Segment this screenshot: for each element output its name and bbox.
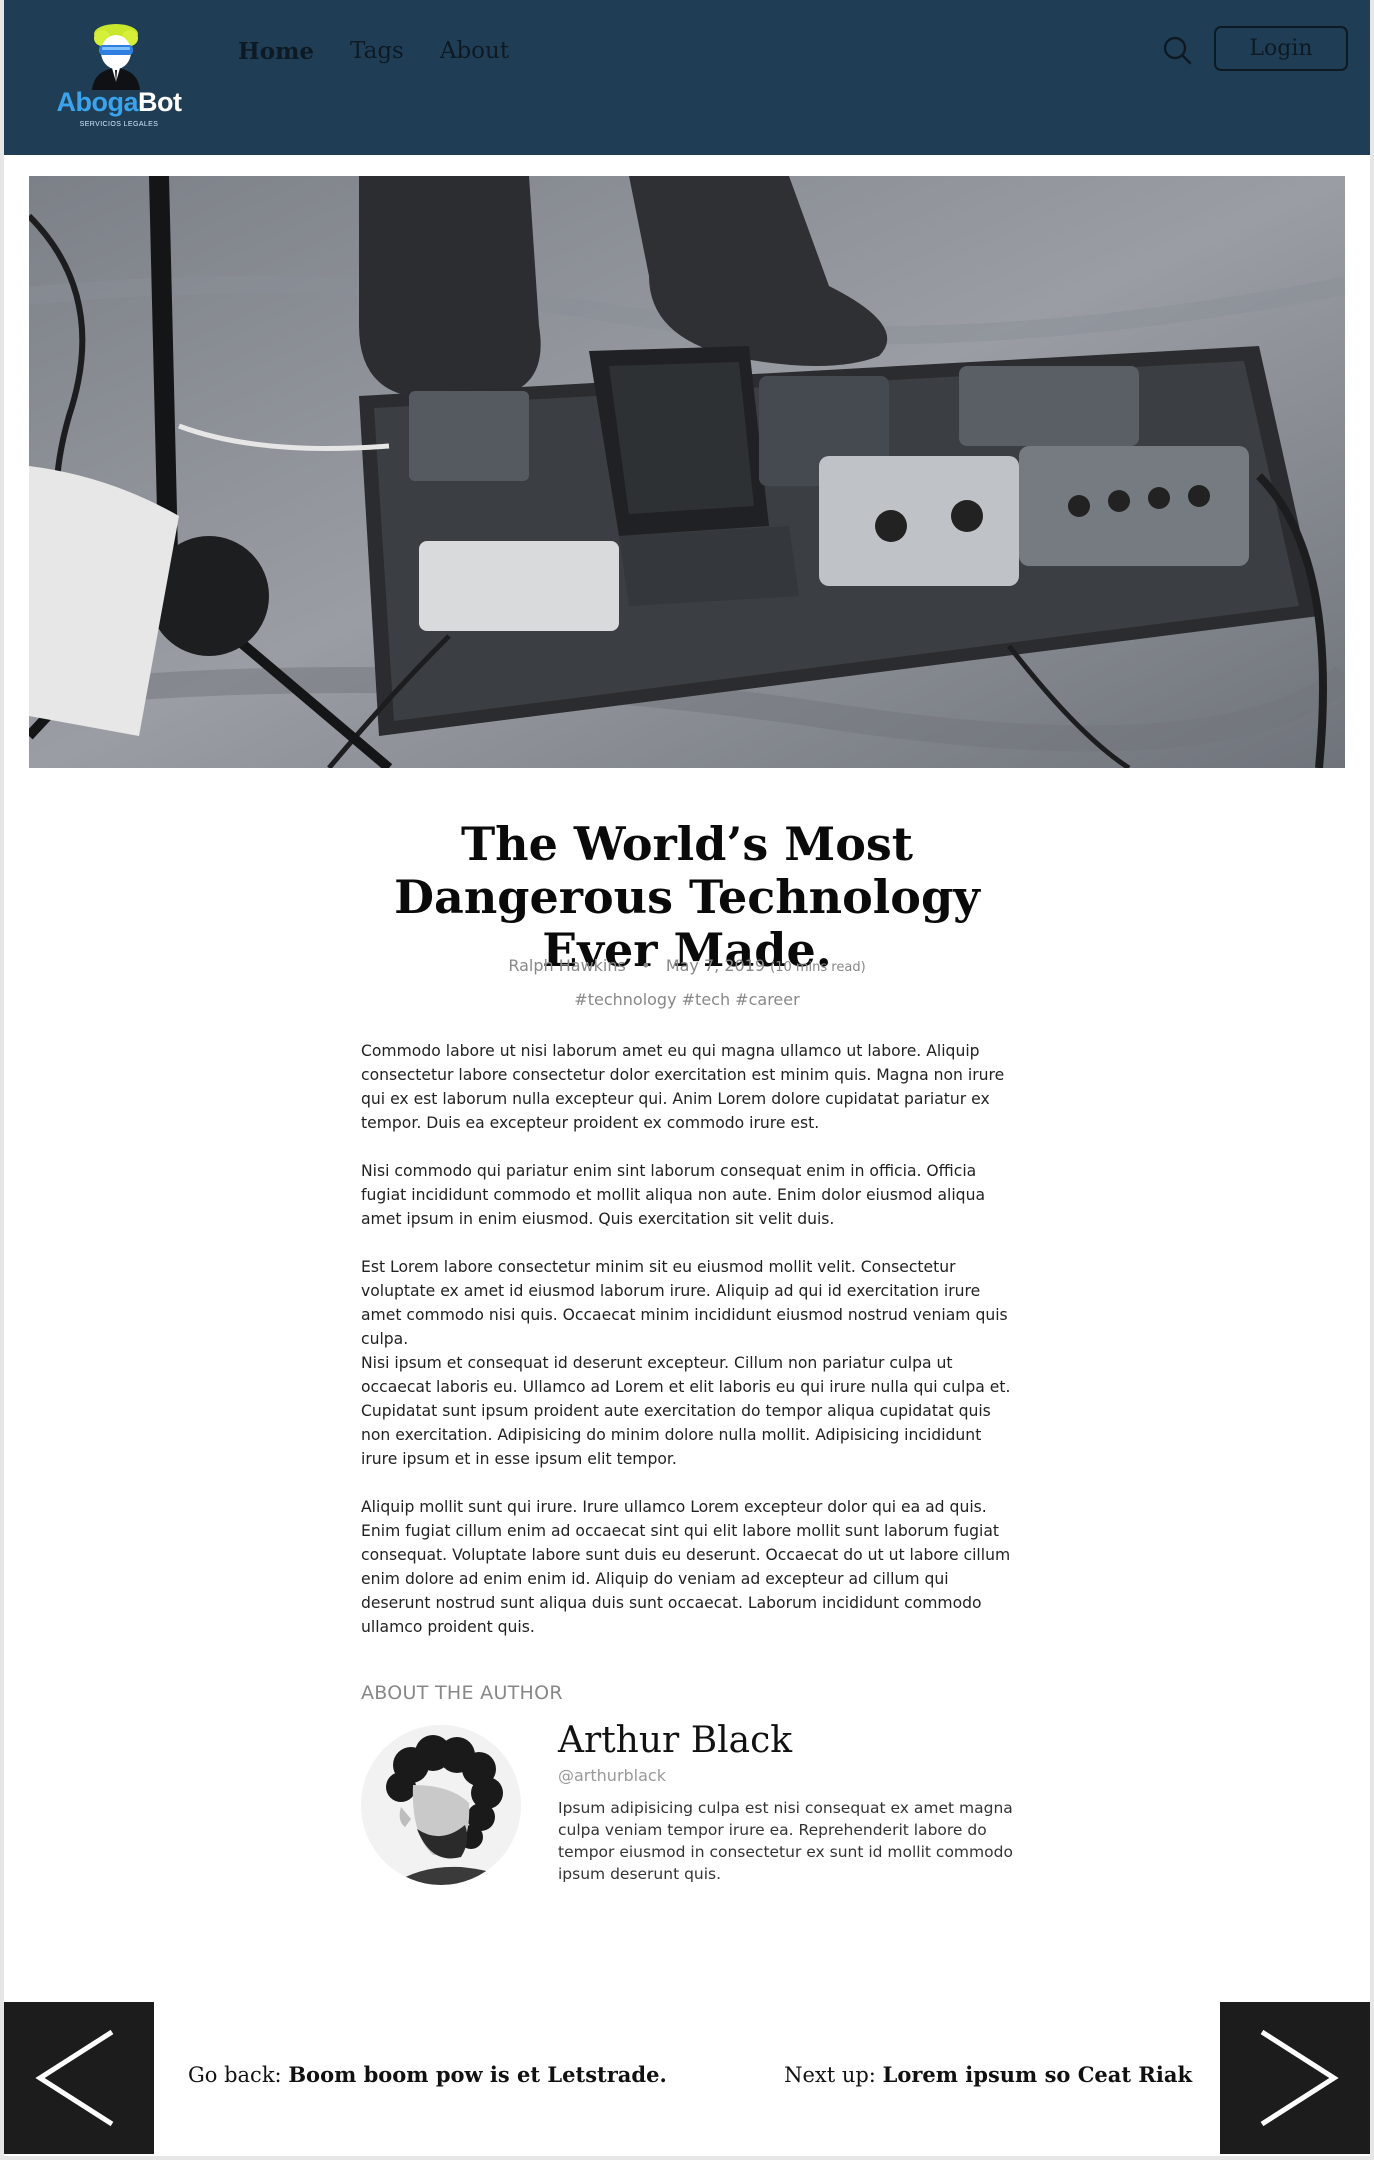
author-avatar[interactable] bbox=[361, 1725, 521, 1885]
author-handle[interactable]: @arthurblack bbox=[558, 1766, 666, 1785]
search-icon bbox=[1163, 36, 1192, 65]
article-paragraph: Nisi commodo qui pariatur enim sint labo… bbox=[361, 1162, 986, 1228]
hero-pedalboard-illustration bbox=[29, 176, 1345, 768]
search-button[interactable] bbox=[1159, 32, 1195, 68]
article-meta: Ralph Hawkins • May 7, 2019 (10 mins rea… bbox=[330, 956, 1044, 975]
main-nav: Home Tags About bbox=[238, 38, 509, 65]
about-author-label: ABOUT THE AUTHOR bbox=[361, 1682, 563, 1704]
logo-subtitle: SERVICIOS LEGALES bbox=[79, 121, 159, 128]
chevron-left-icon bbox=[35, 2029, 114, 2127]
site-header: AbogaBot SERVICIOS LEGALES Home Tags Abo… bbox=[4, 0, 1370, 155]
author-bio: Ipsum adipisicing culpa est nisi consequ… bbox=[558, 1799, 1013, 1883]
meta-separator: • bbox=[641, 956, 651, 975]
nav-home[interactable]: Home bbox=[238, 38, 314, 65]
article-read-time: (10 mins read) bbox=[770, 960, 866, 975]
chevron-right-icon bbox=[1260, 2029, 1339, 2127]
article-title: The World’s Most Dangerous Technology Ev… bbox=[394, 817, 980, 977]
author-portrait-icon bbox=[361, 1725, 521, 1885]
prev-prefix: Go back: bbox=[188, 2063, 282, 2087]
site-logo[interactable]: AbogaBot SERVICIOS LEGALES bbox=[44, 22, 194, 137]
prev-title: Boom boom pow is et Letstrade. bbox=[288, 2062, 667, 2087]
article-date: May 7, 2019 bbox=[665, 956, 766, 975]
next-title: Lorem ipsum so Ceat Riak bbox=[882, 2062, 1192, 2087]
nav-tags[interactable]: Tags bbox=[350, 38, 404, 65]
article-author[interactable]: Ralph Hawkins bbox=[508, 956, 626, 975]
prev-post-button[interactable] bbox=[4, 2002, 154, 2154]
prev-post-link[interactable]: Go back: Boom boom pow is et Letstrade. bbox=[188, 2062, 667, 2087]
logo-wordmark: AbogaBot bbox=[56, 87, 182, 117]
article-paragraph: Aliquip mollit sunt qui irure. Irure ull… bbox=[361, 1498, 1011, 1636]
article-paragraph: Est Lorem labore consectetur minim sit e… bbox=[361, 1258, 1008, 1348]
article-paragraph: Nisi ipsum et consequat id deserunt exce… bbox=[361, 1354, 1011, 1468]
next-post-button[interactable] bbox=[1220, 2002, 1370, 2154]
article-paragraph: Commodo labore ut nisi laborum amet eu q… bbox=[361, 1042, 1005, 1132]
author-name[interactable]: Arthur Black bbox=[558, 1720, 792, 1761]
next-post-link[interactable]: Next up: Lorem ipsum so Ceat Riak bbox=[784, 2062, 1192, 2087]
login-button[interactable]: Login bbox=[1214, 26, 1348, 71]
hero-image bbox=[29, 176, 1345, 768]
article-tags[interactable]: #technology #tech #career bbox=[330, 990, 1044, 1009]
logo-robot-icon bbox=[92, 24, 140, 90]
next-prefix: Next up: bbox=[784, 2063, 876, 2087]
article-body: Commodo labore ut nisi laborum amet eu q… bbox=[361, 1039, 1015, 1663]
nav-about[interactable]: About bbox=[440, 38, 509, 65]
